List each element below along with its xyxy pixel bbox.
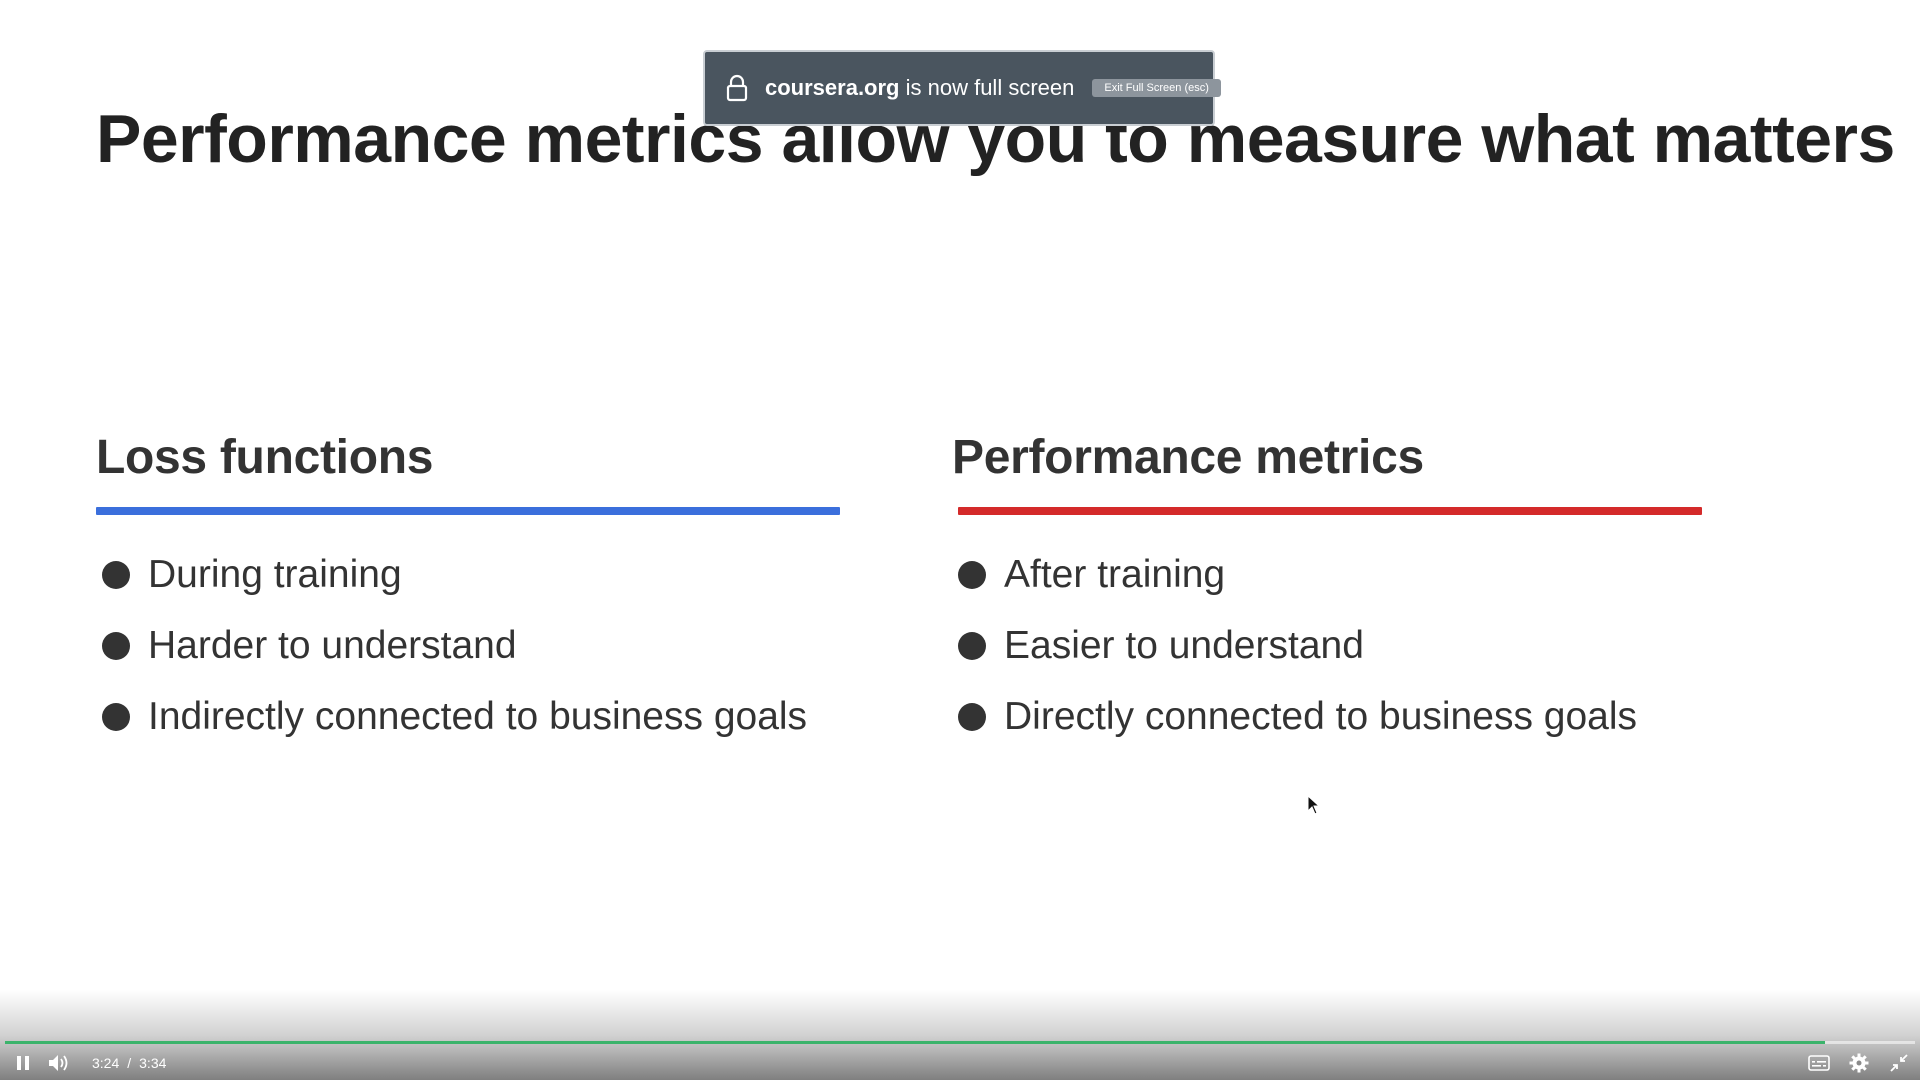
bullet-dot (102, 702, 130, 731)
player-right-controls (1808, 1048, 1910, 1078)
exit-fullscreen-icon[interactable] (1888, 1052, 1910, 1074)
list-item: Easier to understand (952, 610, 1712, 681)
loss-functions-rule (96, 507, 840, 515)
list-item: Directly connected to business goals (952, 681, 1712, 752)
bullet-dot (102, 631, 130, 660)
mouse-cursor-icon (1307, 794, 1321, 815)
fullscreen-notification: coursera.org is now full screen Exit Ful… (703, 50, 1221, 126)
bullet-text: Harder to understand (148, 623, 517, 667)
bullet-dot (958, 702, 986, 731)
progress-bar-fill (5, 1041, 1826, 1044)
fullscreen-status-text: is now full screen (899, 75, 1075, 100)
player-controls: 3:24 / 3:34 (0, 1048, 1920, 1078)
bullet-text: During training (148, 552, 402, 596)
bullet-dot (958, 631, 986, 660)
performance-metrics-heading: Performance metrics (952, 431, 1424, 484)
performance-metrics-column: Performance metrics After training Easie… (952, 430, 1712, 752)
exit-fullscreen-button[interactable]: Exit Full Screen (esc) (1092, 79, 1221, 97)
duration: 3:34 (139, 1055, 167, 1071)
list-item: Harder to understand (96, 610, 856, 681)
bullet-text: Easier to understand (1004, 623, 1364, 667)
performance-metrics-list: After training Easier to understand Dire… (952, 539, 1712, 752)
time-display: 3:24 / 3:34 (92, 1055, 166, 1071)
fullscreen-message: coursera.org is now full screen (765, 75, 1074, 101)
loss-functions-column: Loss functions During training Harder to… (96, 430, 856, 752)
loss-functions-heading: Loss functions (96, 431, 434, 484)
bullet-text: Indirectly connected to business goals (148, 694, 808, 738)
captions-icon[interactable] (1808, 1052, 1830, 1074)
bullet-dot (958, 560, 986, 589)
loss-functions-list: During training Harder to understand Ind… (96, 539, 856, 752)
list-item: During training (96, 539, 856, 610)
list-item: After training (952, 539, 1712, 610)
fullscreen-domain: coursera.org (765, 75, 900, 100)
time-separator: / (127, 1055, 132, 1071)
pause-icon[interactable] (12, 1052, 34, 1074)
bullet-text: After training (1004, 552, 1226, 596)
bullet-text: Directly connected to business goals (1004, 694, 1638, 738)
progress-bar[interactable] (5, 1041, 1915, 1044)
settings-icon[interactable] (1848, 1052, 1870, 1074)
volume-icon[interactable] (48, 1052, 70, 1074)
lock-icon (725, 74, 749, 102)
bullet-dot (102, 560, 130, 589)
performance-metrics-rule (958, 507, 1702, 515)
video-frame: Performance metrics allow you to measure… (0, 0, 1920, 1080)
current-time: 3:24 (92, 1055, 120, 1071)
list-item: Indirectly connected to business goals (96, 681, 856, 752)
